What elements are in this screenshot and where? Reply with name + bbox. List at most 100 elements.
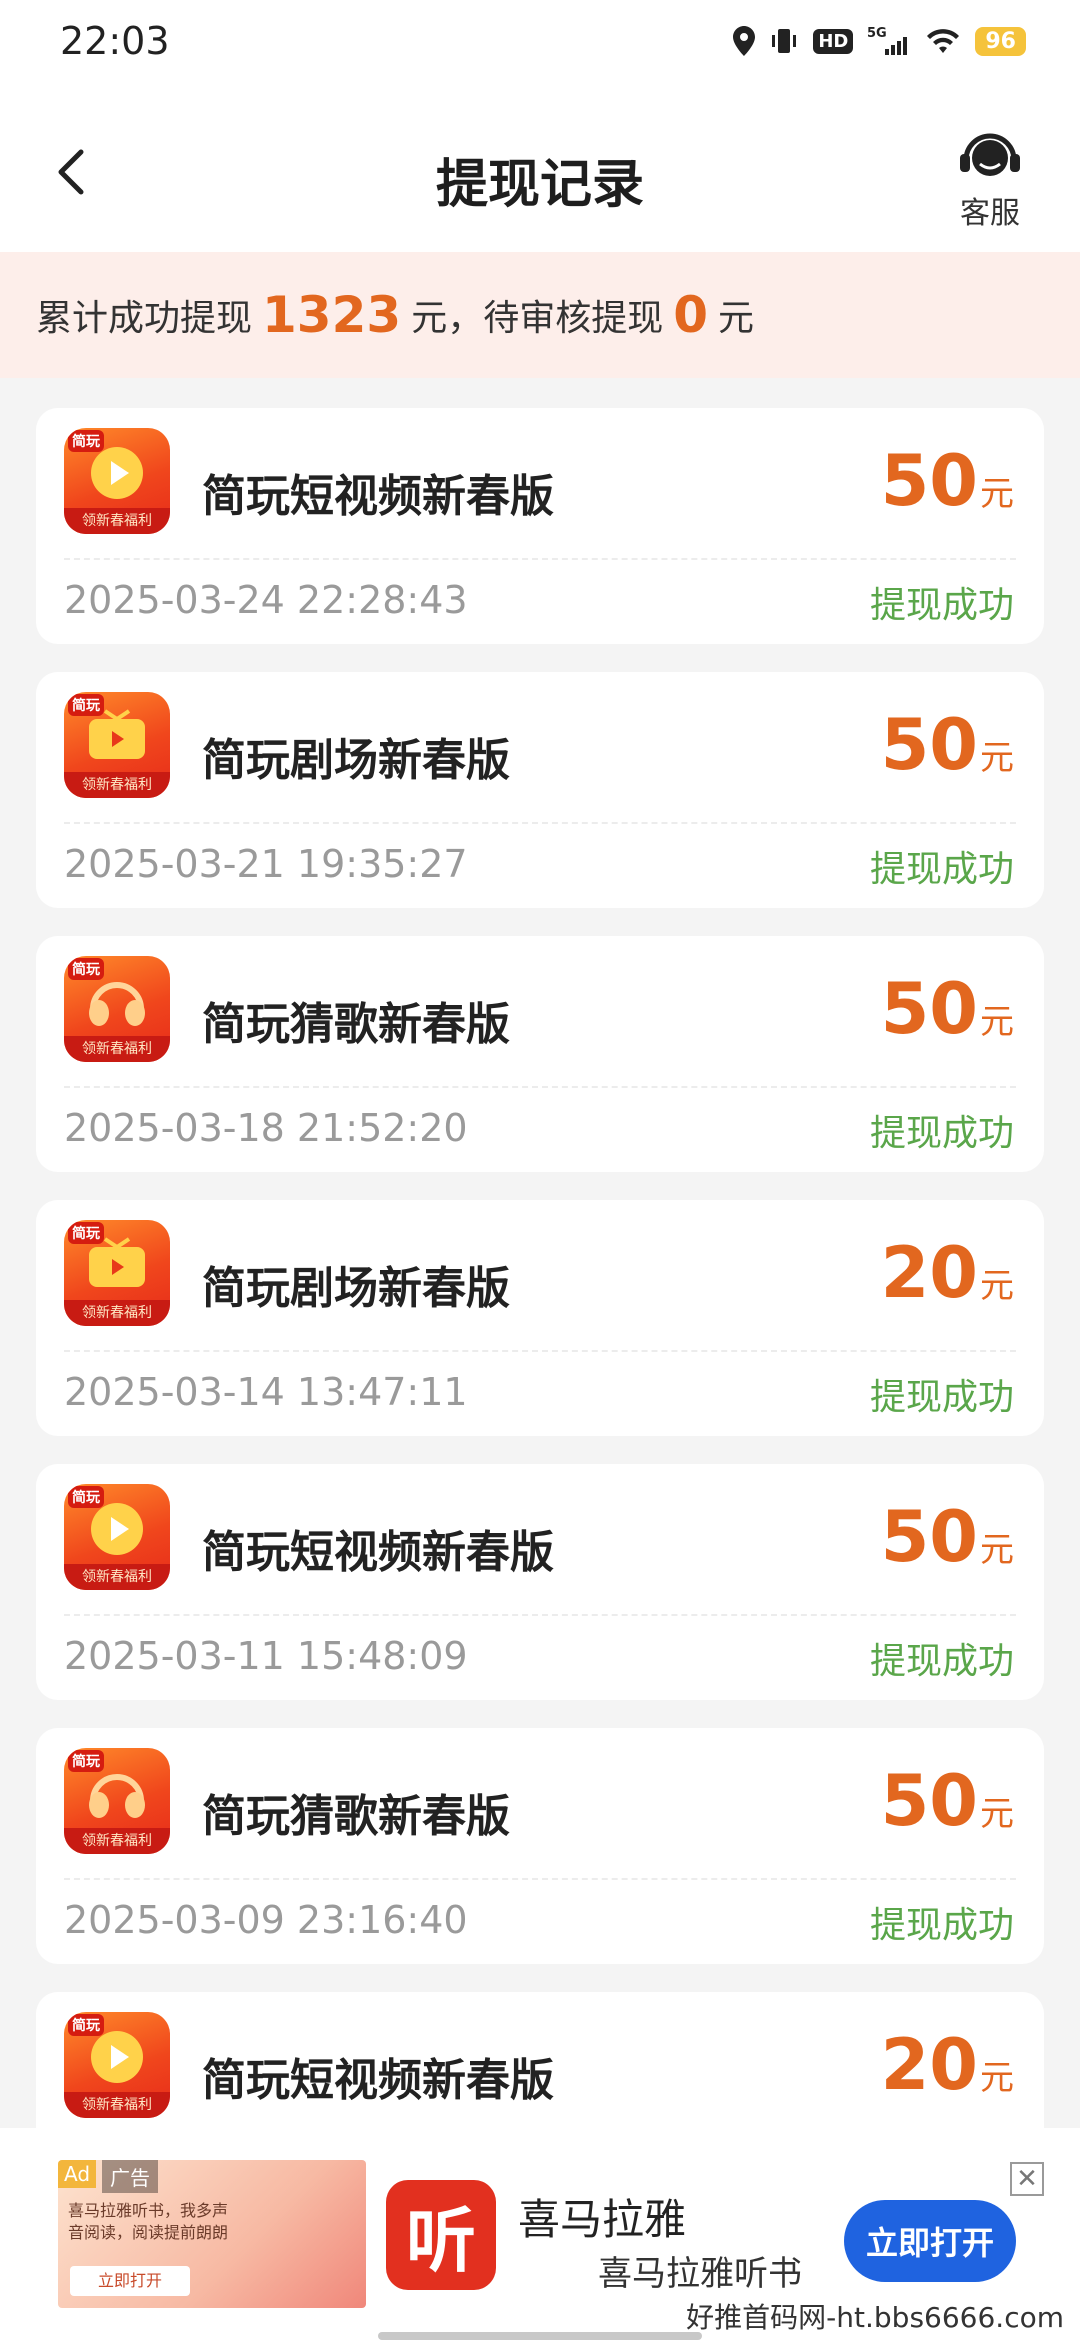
signal-5g-icon: 5G: [867, 25, 911, 57]
app-name: 简玩猜歌新春版: [202, 999, 510, 1050]
withdrawal-status: 提现成功: [869, 1641, 1014, 1682]
app-name: 简玩剧场新春版: [202, 735, 510, 786]
app-icon-ribbon: 领新春福利: [64, 1564, 170, 1590]
headphones-icon: [85, 973, 149, 1033]
app-icon: 简玩 领新春福利: [64, 1220, 170, 1326]
play-icon: [87, 443, 147, 507]
withdrawal-status: 提现成功: [869, 1113, 1014, 1154]
withdrawal-time: 2025-03-24 22:28:43: [64, 578, 468, 622]
record-card[interactable]: 简玩 领新春福利 简玩剧场新春版 50 元 2025-03-21 19:35:2…: [36, 672, 1044, 908]
record-card[interactable]: 简玩 领新春福利 简玩短视频新春版 50 元 2025-03-24 22:28:…: [36, 408, 1044, 644]
withdrawal-time: 2025-03-14 13:47:11: [64, 1370, 468, 1414]
record-card[interactable]: 简玩 领新春福利 简玩猜歌新春版 50 元 2025-03-18 21:52:2…: [36, 936, 1044, 1172]
amount-unit: 元: [980, 474, 1014, 514]
withdrawal-amount: 50 元: [881, 968, 1014, 1050]
vibrate-icon: [769, 26, 799, 56]
app-icon-ribbon: 领新春福利: [64, 508, 170, 534]
app-icon-ribbon: 领新春福利: [64, 772, 170, 798]
wifi-icon: [925, 27, 961, 55]
tv-icon: [85, 1236, 149, 1297]
withdrawal-amount: 50 元: [881, 704, 1014, 786]
app-icon: 简玩 领新春福利: [64, 692, 170, 798]
divider: [64, 1086, 1016, 1088]
app-icon: 简玩 领新春福利: [64, 1484, 170, 1590]
withdrawal-time: 2025-03-21 19:35:27: [64, 842, 468, 886]
ad-subtitle: 喜马拉雅听书: [598, 2254, 802, 2294]
header: 提现记录 客服: [0, 82, 1080, 252]
amount-unit: 元: [980, 1002, 1014, 1042]
record-card[interactable]: 简玩 领新春福利 简玩短视频新春版 50 元 2025-03-11 15:48:…: [36, 1464, 1044, 1700]
withdrawal-summary: 累计成功提现 1323 元，待审核提现 0 元: [0, 252, 1080, 378]
amount-unit: 元: [980, 2058, 1014, 2098]
record-card[interactable]: 简玩 领新春福利 简玩剧场新春版 20 元 2025-03-14 13:47:1…: [36, 1200, 1044, 1436]
withdrawal-amount: 50 元: [881, 440, 1014, 522]
play-icon: [87, 1499, 147, 1563]
app-icon-ribbon: 领新春福利: [64, 1300, 170, 1326]
amount-value: 50: [880, 968, 978, 1050]
app-icon: 简玩 领新春福利: [64, 1748, 170, 1854]
location-icon: [733, 26, 756, 56]
divider: [64, 822, 1016, 824]
summary-suffix: 元: [718, 298, 755, 339]
withdrawal-amount: 20 元: [881, 2024, 1014, 2106]
status-icons: HD 5G 96: [733, 25, 1026, 57]
amount-unit: 元: [980, 1794, 1014, 1834]
ad-badge: Ad: [58, 2160, 97, 2188]
play-icon: [87, 2027, 147, 2091]
ad-close-icon[interactable]: ✕: [1010, 2162, 1044, 2196]
summary-mid: 元，待审核提现: [411, 298, 664, 339]
withdrawal-time: 2025-03-09 23:16:40: [64, 1898, 468, 1942]
customer-service-button[interactable]: 客服: [940, 126, 1040, 236]
total-withdrawn: 1323: [262, 286, 402, 344]
divider: [64, 1614, 1016, 1616]
divider: [64, 558, 1016, 560]
status-bar: 22:03 HD 5G 96: [0, 0, 1080, 82]
ad-label: 广告: [102, 2160, 158, 2193]
ad-banner[interactable]: Ad 广告 喜马拉雅听书，我多声音阅读，阅读提前朗朗 立即打开 听 喜马拉雅 喜…: [0, 2128, 1080, 2340]
amount-value: 20: [880, 1232, 978, 1314]
divider: [64, 1350, 1016, 1352]
headset-icon: [960, 133, 1020, 176]
headphones-icon: [85, 1765, 149, 1825]
amount-value: 50: [880, 704, 978, 786]
withdrawal-status: 提现成功: [869, 585, 1014, 626]
record-card[interactable]: 简玩 领新春福利 简玩猜歌新春版 50 元 2025-03-09 23:16:4…: [36, 1728, 1044, 1964]
withdrawal-time: 2025-03-18 21:52:20: [64, 1106, 468, 1150]
withdrawal-status: 提现成功: [869, 1905, 1014, 1946]
hd-icon: HD: [813, 28, 854, 54]
ad-image[interactable]: Ad 广告 喜马拉雅听书，我多声音阅读，阅读提前朗朗 立即打开: [58, 2160, 366, 2308]
withdrawal-status: 提现成功: [869, 1377, 1014, 1418]
amount-value: 50: [880, 1496, 978, 1578]
amount-value: 20: [880, 2024, 978, 2106]
customer-service-label: 客服: [960, 196, 1020, 231]
ad-title: 喜马拉雅: [518, 2195, 687, 2244]
watermark: 好推首码网-ht.bbs6666.com: [680, 2296, 1070, 2336]
app-icon: 简玩 领新春福利: [64, 428, 170, 534]
ad-image-button[interactable]: 立即打开: [70, 2266, 190, 2296]
withdrawal-status: 提现成功: [869, 849, 1014, 890]
ad-open-button[interactable]: 立即打开: [844, 2200, 1016, 2282]
home-indicator[interactable]: [378, 2332, 702, 2340]
divider: [64, 1878, 1016, 1880]
summary-prefix: 累计成功提现: [36, 298, 253, 339]
app-name: 简玩短视频新春版: [202, 1527, 554, 1578]
withdrawal-amount: 50 元: [881, 1760, 1014, 1842]
network-label: 5G: [867, 26, 887, 41]
amount-unit: 元: [980, 738, 1014, 778]
status-time: 22:03: [60, 19, 170, 63]
ximalaya-logo-icon: 听: [386, 2180, 496, 2290]
withdrawal-record-list: 简玩 领新春福利 简玩短视频新春版 50 元 2025-03-24 22:28:…: [36, 408, 1044, 2256]
app-icon: 简玩 领新春福利: [64, 956, 170, 1062]
withdrawal-amount: 20 元: [881, 1232, 1014, 1314]
amount-value: 50: [880, 1760, 978, 1842]
app-name: 简玩猜歌新春版: [202, 1791, 510, 1842]
app-name: 简玩剧场新春版: [202, 1263, 510, 1314]
amount-unit: 元: [980, 1266, 1014, 1306]
app-icon-ribbon: 领新春福利: [64, 2092, 170, 2118]
app-name: 简玩短视频新春版: [202, 2055, 554, 2106]
app-name: 简玩短视频新春版: [202, 471, 554, 522]
app-icon: 简玩 领新春福利: [64, 2012, 170, 2118]
amount-value: 50: [880, 440, 978, 522]
app-icon-ribbon: 领新春福利: [64, 1036, 170, 1062]
battery-icon: 96: [975, 26, 1026, 56]
